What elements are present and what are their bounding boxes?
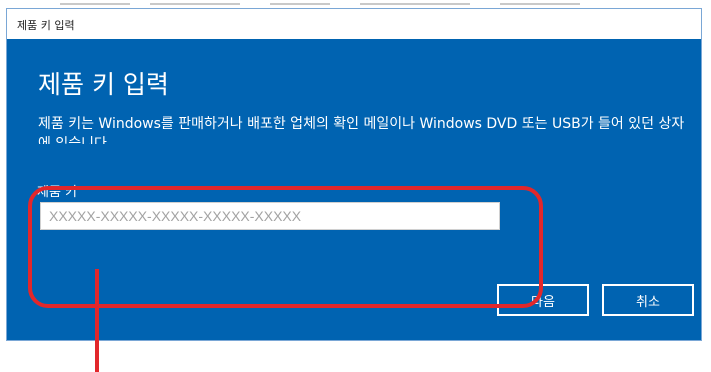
dialog-heading: 제품 키 입력 <box>38 70 169 99</box>
product-key-dialog: 제품 키 입력 제품 키 입력 제품 키는 Windows를 판매하거나 배포한… <box>6 8 702 341</box>
window-title: 제품 키 입력 <box>17 19 75 32</box>
annotation-pointer-line <box>95 269 99 372</box>
dialog-body: 제품 키 입력 제품 키는 Windows를 판매하거나 배포한 업체의 확인 … <box>7 39 701 340</box>
cancel-button[interactable]: 취소 <box>602 284 694 316</box>
product-key-input[interactable] <box>40 202 500 230</box>
dialog-description: 제품 키는 Windows를 판매하거나 배포한 업체의 확인 메일이나 Win… <box>38 116 685 144</box>
next-button[interactable]: 다음 <box>497 284 589 316</box>
title-bar: 제품 키 입력 <box>7 9 701 40</box>
cropped-background-strip <box>0 0 711 8</box>
product-key-label: 제품 키 <box>37 185 78 200</box>
